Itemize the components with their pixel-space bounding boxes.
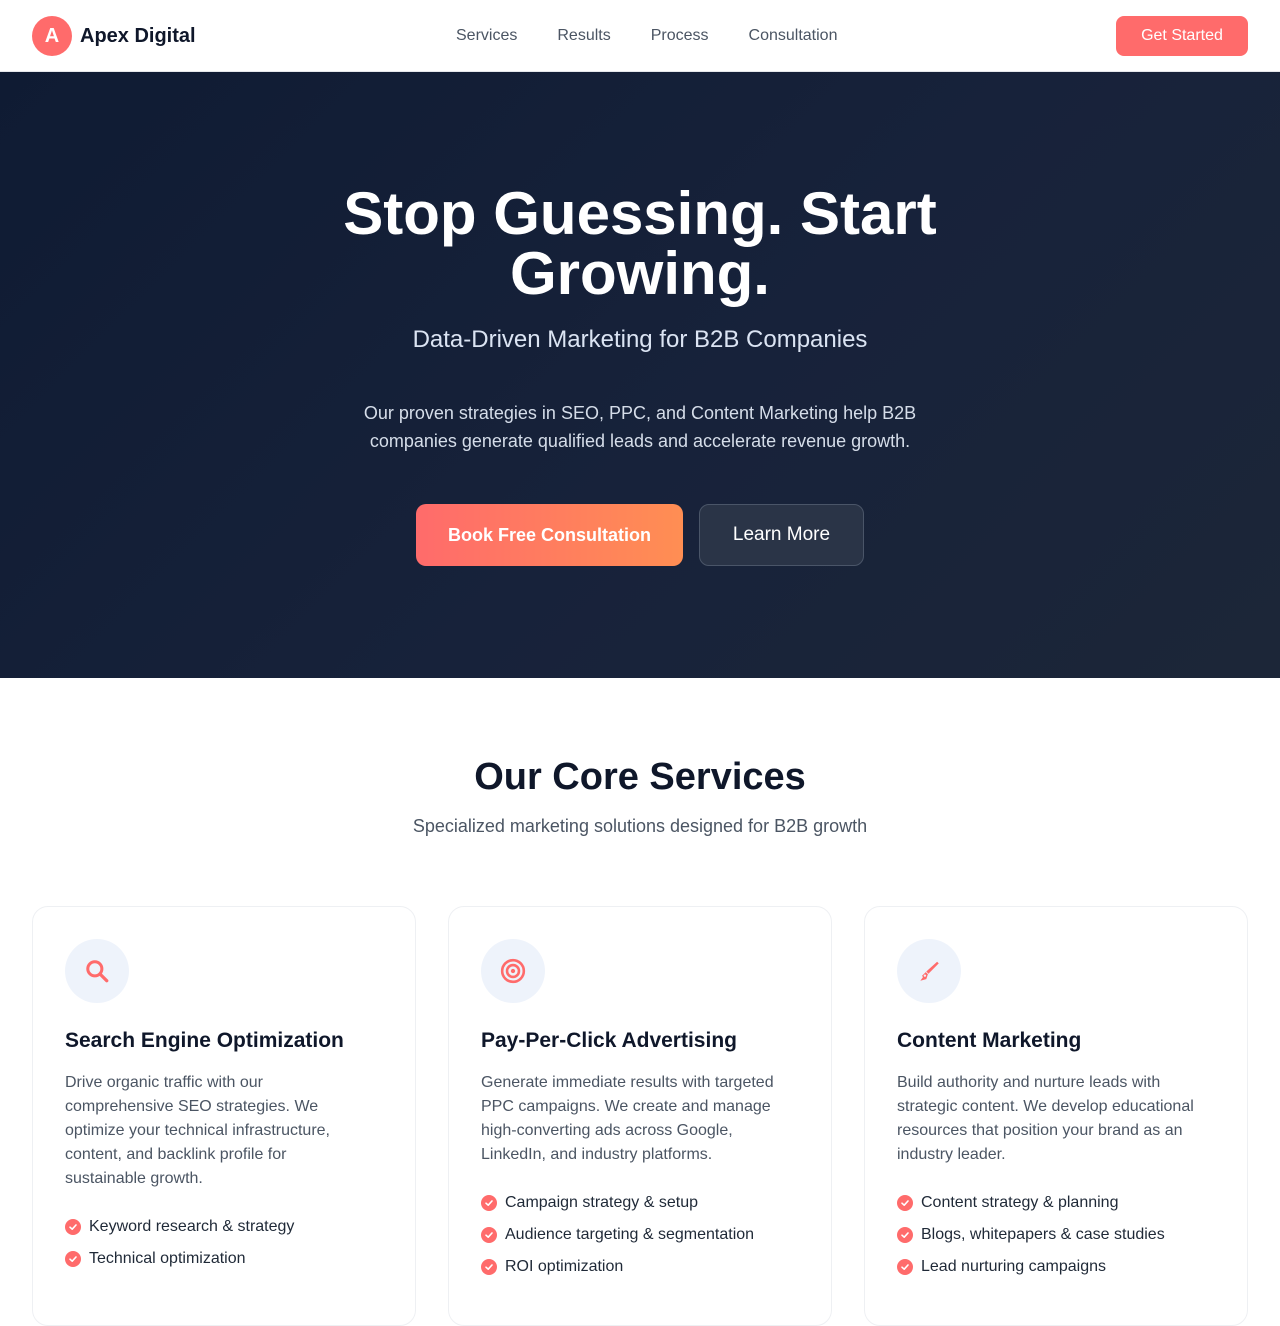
feature-list: Content strategy & planning Blogs, white… (897, 1187, 1165, 1283)
service-card-seo: Search Engine Optimization Drive organic… (32, 906, 416, 1326)
card-title: Content Marketing (897, 1029, 1082, 1052)
hero-title-line2: Growing. (510, 240, 770, 307)
brand-name: Apex Digital (80, 24, 196, 47)
learn-more-button[interactable]: Learn More (699, 504, 864, 566)
target-icon (481, 939, 545, 1003)
services-title: Our Core Services (474, 756, 806, 798)
card-description: Build authority and nurture leads with s… (897, 1074, 1194, 1163)
feature-item: Lead nurturing campaigns (897, 1251, 1165, 1283)
card-description: Generate immediate results with targeted… (481, 1074, 774, 1163)
nav-link-services[interactable]: Services (456, 27, 517, 45)
feature-item: Technical optimization (65, 1243, 294, 1275)
search-icon (65, 939, 129, 1003)
pen-icon (897, 939, 961, 1003)
feature-list: Keyword research & strategy Technical op… (65, 1211, 294, 1275)
check-icon (481, 1227, 497, 1243)
feature-label: Lead nurturing campaigns (921, 1258, 1107, 1275)
check-icon (897, 1259, 913, 1275)
feature-item: Campaign strategy & setup (481, 1187, 754, 1219)
feature-item: Blogs, whitepapers & case studies (897, 1219, 1165, 1251)
feature-item: Keyword research & strategy (65, 1211, 294, 1243)
feature-label: Audience targeting & segmentation (505, 1226, 755, 1243)
hero-title-line1: Stop Guessing. Start (343, 180, 937, 247)
feature-item: ROI optimization (481, 1251, 754, 1283)
check-icon (897, 1227, 913, 1243)
feature-label: Blogs, whitepapers & case studies (921, 1226, 1165, 1243)
get-started-button[interactable]: Get Started (1116, 16, 1248, 56)
card-description: Drive organic traffic with our comprehen… (65, 1074, 330, 1187)
hero-description-line1: Our proven strategies in SEO, PPC, and C… (363, 403, 917, 423)
card-title: Search Engine Optimization (65, 1029, 344, 1052)
services-subtitle: Specialized marketing solutions designed… (412, 816, 868, 836)
hero-section: Stop Guessing. Start Growing. Data-Drive… (0, 72, 1280, 678)
check-icon (65, 1251, 81, 1267)
hero-description-line2: companies generate qualified leads and a… (369, 431, 911, 451)
nav-link-process[interactable]: Process (651, 27, 709, 45)
feature-label: Campaign strategy & setup (505, 1194, 698, 1211)
feature-label: Technical optimization (89, 1250, 246, 1267)
brand-logo[interactable]: A Apex Digital (32, 16, 196, 56)
hero-description: Our proven strategies in SEO, PPC, and C… (340, 399, 940, 455)
book-consultation-button[interactable]: Book Free Consultation (416, 504, 683, 566)
hero-subtitle: Data-Driven Marketing for B2B Companies (412, 326, 868, 353)
service-card-content: Content Marketing Build authority and nu… (864, 906, 1248, 1326)
check-icon (897, 1195, 913, 1211)
feature-item: Content strategy & planning (897, 1187, 1165, 1219)
nav-link-results[interactable]: Results (557, 27, 610, 45)
check-icon (481, 1259, 497, 1275)
check-icon (481, 1195, 497, 1211)
top-navbar: A Apex Digital Services Results Process … (0, 0, 1280, 72)
nav-links: Services Results Process Consultation (456, 0, 877, 72)
feature-list: Campaign strategy & setup Audience targe… (481, 1187, 754, 1283)
check-icon (65, 1219, 81, 1235)
card-title: Pay-Per-Click Advertising (481, 1029, 737, 1052)
logo-mark: A (32, 16, 72, 56)
hero-title: Stop Guessing. Start Growing. (0, 184, 1280, 304)
feature-label: Content strategy & planning (921, 1194, 1119, 1211)
feature-label: Keyword research & strategy (89, 1218, 295, 1235)
service-card-ppc: Pay-Per-Click Advertising Generate immed… (448, 906, 832, 1326)
feature-label: ROI optimization (505, 1258, 624, 1275)
nav-link-consultation[interactable]: Consultation (749, 27, 838, 45)
feature-item: Audience targeting & segmentation (481, 1219, 754, 1251)
